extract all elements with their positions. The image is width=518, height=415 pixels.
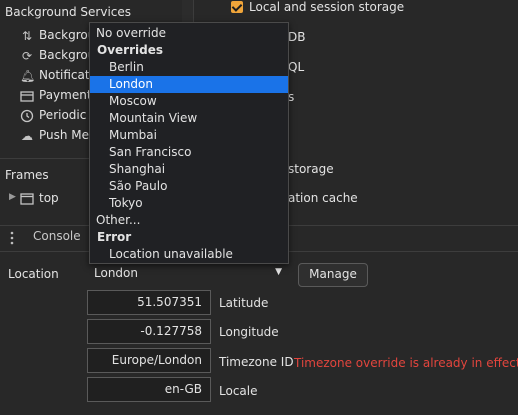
frame-item-label: top (39, 191, 59, 205)
location-label: Location (8, 267, 59, 281)
group-label: Error (97, 230, 132, 244)
option-no-override[interactable]: No override (90, 25, 288, 42)
option-label: Moscow (109, 94, 157, 108)
local-session-storage-checkbox[interactable] (231, 1, 243, 13)
option-label: Tokyo (109, 196, 143, 210)
timezone-value: Europe/London (111, 353, 202, 367)
location-select-value: London (94, 266, 138, 280)
option-label: Mumbai (109, 128, 157, 142)
cloud-icon: ☁ (21, 129, 33, 143)
option-label: São Paulo (109, 179, 168, 193)
bell-icon: 🔔︎ (20, 69, 36, 83)
group-overrides: Overrides (90, 42, 288, 59)
longitude-input[interactable]: -0.127758 (87, 319, 211, 344)
chevron-down-icon: ▼ (275, 267, 282, 277)
sync-icon: ⟳ (21, 49, 33, 63)
option-label: Shanghai (109, 162, 166, 176)
frame-icon (20, 192, 34, 206)
timezone-label: Timezone ID (219, 355, 294, 369)
partial-label-websql: QL (288, 60, 305, 74)
more-options-icon[interactable] (10, 231, 14, 245)
group-label: Overrides (97, 43, 163, 57)
location-dropdown-menu: No override Overrides Berlin London Mosc… (89, 22, 289, 264)
partial-label-indexeddb: DB (288, 30, 306, 44)
timezone-input[interactable]: Europe/London (87, 348, 211, 373)
timezone-error-message: Timezone override is already in effect (294, 356, 518, 370)
option-label: London (109, 77, 153, 91)
option-san-francisco[interactable]: San Francisco (90, 144, 288, 161)
partial-label-cache: ation cache (288, 191, 358, 205)
locale-input[interactable]: en-GB (87, 377, 211, 402)
option-shanghai[interactable]: Shanghai (90, 161, 288, 178)
option-mumbai[interactable]: Mumbai (90, 127, 288, 144)
option-label: No override (96, 26, 166, 40)
expand-arrow-icon[interactable]: ▶ (9, 192, 16, 202)
background-services-header: Background Services (5, 5, 132, 19)
group-error: Error (90, 229, 288, 246)
latitude-value: 51.507351 (137, 295, 202, 309)
latitude-label: Latitude (219, 296, 269, 310)
option-mountain-view[interactable]: Mountain View (90, 110, 288, 127)
option-label: Location unavailable (109, 247, 233, 261)
local-session-storage-label: Local and session storage (249, 0, 405, 14)
option-moscow[interactable]: Moscow (90, 93, 288, 110)
tab-console[interactable]: Console (33, 229, 81, 243)
option-label: San Francisco (109, 145, 192, 159)
frames-header: Frames (5, 168, 49, 182)
latitude-input[interactable]: 51.507351 (87, 290, 211, 315)
option-other[interactable]: Other... (90, 212, 288, 229)
arrows-updown-icon: ⇅ (21, 29, 33, 43)
longitude-value: -0.127758 (140, 324, 202, 338)
locale-label: Locale (219, 384, 258, 398)
location-select[interactable]: London ▼ (88, 263, 289, 285)
locale-value: en-GB (164, 382, 202, 396)
clock-icon (20, 109, 34, 123)
card-icon (20, 89, 34, 103)
option-location-unavailable[interactable]: Location unavailable (90, 246, 288, 263)
longitude-label: Longitude (219, 325, 279, 339)
option-label: Other... (96, 213, 141, 227)
option-sao-paulo[interactable]: São Paulo (90, 178, 288, 195)
option-tokyo[interactable]: Tokyo (90, 195, 288, 212)
manage-button[interactable]: Manage (298, 263, 368, 287)
option-label: Berlin (109, 60, 144, 74)
option-label: Mountain View (109, 111, 198, 125)
option-london[interactable]: London (90, 76, 288, 93)
partial-label-storage: storage (288, 162, 334, 176)
option-berlin[interactable]: Berlin (90, 59, 288, 76)
sidebar-item-label: Payment (39, 88, 92, 102)
